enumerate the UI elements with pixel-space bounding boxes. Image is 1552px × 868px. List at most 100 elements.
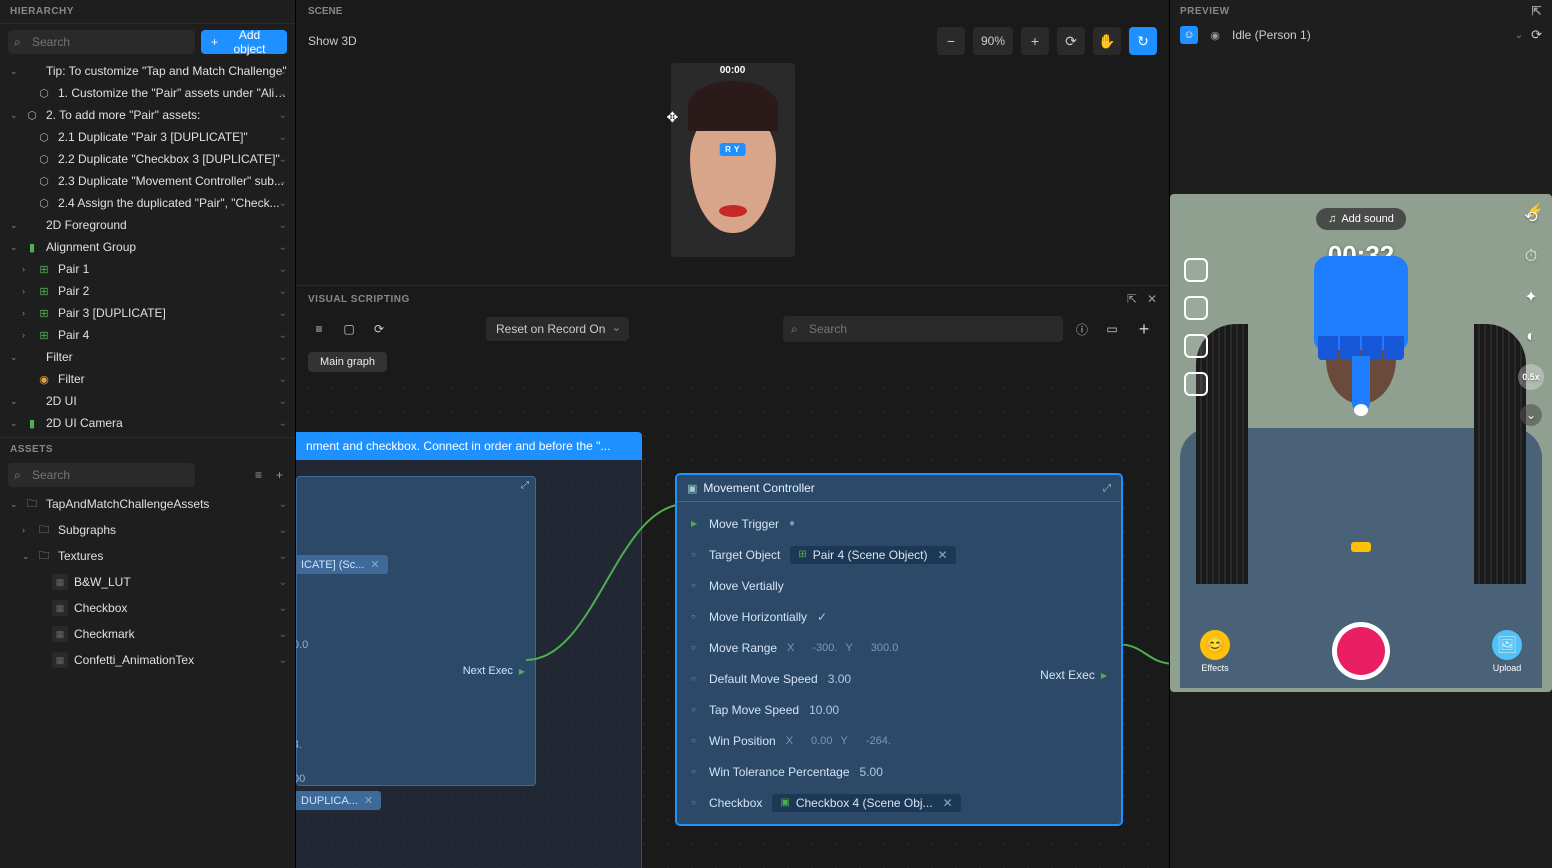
tree-item[interactable]: ›⊞Pair 1⌄ <box>0 258 295 280</box>
tree-item[interactable]: ⬡2.4 Assign the duplicated "Pair", "Chec… <box>0 192 295 214</box>
effects-button[interactable]: 😊 Effects <box>1200 630 1230 673</box>
chevron-icon[interactable]: › <box>22 286 34 296</box>
tree-item[interactable]: ›⊞Pair 2⌄ <box>0 280 295 302</box>
checkmark-icon[interactable]: ✓ <box>817 610 827 624</box>
chevron-icon[interactable]: › <box>22 330 34 340</box>
scene-viewport[interactable]: 00:00 ✥ R Y <box>296 61 1169 285</box>
node-graph-canvas[interactable]: nment and checkbox. Connect in order and… <box>296 376 1169 868</box>
next-exec-output[interactable]: Next Exec ▶ <box>463 665 525 677</box>
upload-button[interactable]: 🖼 Upload <box>1492 630 1522 673</box>
rotate-button[interactable]: ↻ <box>1129 27 1157 55</box>
data-port-icon[interactable]: ○ <box>691 612 701 621</box>
add-sound-button[interactable]: ♫ Add sound <box>1316 208 1406 230</box>
remove-icon[interactable]: ✕ <box>943 796 953 810</box>
chevron-down-icon[interactable]: ⌄ <box>1515 30 1523 41</box>
add-node-button[interactable]: + <box>1131 316 1157 342</box>
visibility-icon[interactable]: ⌄ <box>279 499 287 510</box>
node-chip[interactable]: ICATE] (Sc... ✕ <box>296 555 388 574</box>
menu-icon[interactable]: ≡ <box>308 322 330 336</box>
tree-item[interactable]: ▦Checkbox⌄ <box>0 595 295 621</box>
data-port-icon[interactable]: ○ <box>691 581 701 590</box>
more-icon[interactable]: ⌄ <box>1520 404 1542 426</box>
popout-icon[interactable]: ⇱ <box>1127 292 1137 306</box>
chevron-icon[interactable]: ⌄ <box>10 418 22 429</box>
chevron-icon[interactable]: › <box>22 308 34 318</box>
timer-icon[interactable]: ⏱ <box>1518 244 1544 270</box>
hierarchy-search-input[interactable] <box>8 30 195 54</box>
chevron-icon[interactable]: ⌄ <box>10 242 22 253</box>
chevron-icon[interactable]: ⌄ <box>10 66 22 77</box>
tree-item[interactable]: ›🗀Subgraphs⌄ <box>0 517 295 543</box>
expand-icon[interactable]: ⤢ <box>521 480 529 492</box>
chevron-icon[interactable]: ⌄ <box>22 551 34 562</box>
tree-item[interactable]: ▦Confetti_AnimationTex⌄ <box>0 647 295 673</box>
refresh-icon[interactable]: ⟳ <box>1531 27 1542 43</box>
exec-port-icon[interactable]: ▶ <box>691 519 701 528</box>
reset-mode-dropdown[interactable]: Reset on Record On <box>486 317 629 341</box>
visibility-icon[interactable]: ⌄ <box>279 308 287 319</box>
tree-item[interactable]: ⬡1. Customize the "Pair" assets under "A… <box>0 82 295 104</box>
next-exec-output[interactable]: Next Exec▶ <box>1040 668 1107 682</box>
flip-icon[interactable]: ⟲ <box>1518 204 1544 230</box>
refresh-button[interactable]: ⟳ <box>1057 27 1085 55</box>
visibility-icon[interactable]: ⌄ <box>279 132 287 143</box>
data-port-icon[interactable]: ○ <box>691 798 701 807</box>
chevron-icon[interactable]: ⌄ <box>10 499 22 510</box>
data-port-icon[interactable]: ○ <box>691 643 701 652</box>
tree-item[interactable]: ⌄Tip: To customize "Tap and Match Challe… <box>0 60 295 82</box>
chevron-icon[interactable]: › <box>22 525 34 535</box>
checkbox-slot[interactable] <box>1184 334 1208 358</box>
chevron-icon[interactable]: ⌄ <box>10 220 22 231</box>
zoom-out-button[interactable]: − <box>937 27 965 55</box>
assets-filter-button[interactable]: ≡ <box>251 466 266 484</box>
tree-item[interactable]: ⌄⬡2. To add more "Pair" assets:⌄ <box>0 104 295 126</box>
checkbox-slot[interactable] <box>1184 372 1208 396</box>
visibility-icon[interactable]: ⌄ <box>279 110 287 121</box>
checkbox-slot[interactable] <box>1184 296 1208 320</box>
tree-item[interactable]: ›⊞Pair 4⌄ <box>0 324 295 346</box>
visibility-icon[interactable]: ⌄ <box>279 396 287 407</box>
movement-controller-node[interactable]: ▣ Movement Controller ⤢ ▶Move Trigger● ○… <box>676 474 1122 825</box>
chevron-icon[interactable]: ⌄ <box>10 352 22 363</box>
visibility-icon[interactable]: ⌄ <box>279 352 287 363</box>
tree-item[interactable]: ⌄▮Alignment Group⌄ <box>0 236 295 258</box>
assets-add-button[interactable]: + <box>272 466 287 484</box>
data-port-icon[interactable]: ○ <box>691 767 701 776</box>
visibility-icon[interactable]: ⌄ <box>279 88 287 99</box>
move-gizmo-icon[interactable]: ✥ <box>667 109 683 125</box>
chevron-icon[interactable]: ⌄ <box>10 396 22 407</box>
tree-item[interactable]: ›⊞Pair 3 [DUPLICATE]⌄ <box>0 302 295 324</box>
refresh-icon[interactable]: ⟳ <box>368 322 390 336</box>
visibility-icon[interactable]: ⌄ <box>279 66 287 77</box>
checkbox-slot[interactable] <box>1184 258 1208 282</box>
tree-item[interactable]: ⌄2D UI⌄ <box>0 390 295 412</box>
data-port-icon[interactable]: ○ <box>691 705 701 714</box>
remove-icon[interactable]: ✕ <box>364 794 373 807</box>
visibility-icon[interactable]: ⌄ <box>279 264 287 275</box>
pan-button[interactable]: ✋ <box>1093 27 1121 55</box>
visibility-icon[interactable]: ⌄ <box>279 242 287 253</box>
chevron-icon[interactable]: › <box>22 264 34 274</box>
close-icon[interactable]: ✕ <box>1147 292 1157 306</box>
tree-item[interactable]: ⌄🗀Textures⌄ <box>0 543 295 569</box>
visibility-icon[interactable]: ⌄ <box>279 629 287 640</box>
chevron-icon[interactable]: ⌄ <box>10 110 22 121</box>
visibility-icon[interactable]: ⌄ <box>279 286 287 297</box>
object-chip[interactable]: ⊞Pair 4 (Scene Object)✕ <box>790 546 955 564</box>
zoom-level[interactable]: 90% <box>973 27 1013 55</box>
assets-search-input[interactable] <box>8 463 195 487</box>
visibility-icon[interactable]: ⌄ <box>279 655 287 666</box>
face-mode-icon[interactable]: ☺ <box>1180 26 1198 44</box>
visibility-icon[interactable]: ⌄ <box>279 418 287 429</box>
visibility-icon[interactable]: ⌄ <box>279 330 287 341</box>
comment-header[interactable]: nment and checkbox. Connect in order and… <box>296 432 642 460</box>
tree-item[interactable]: ⬡2.1 Duplicate "Pair 3 [DUPLICATE]"⌄ <box>0 126 295 148</box>
tree-item[interactable]: ⌄▮2D UI Camera⌄ <box>0 412 295 434</box>
data-port-icon[interactable]: ○ <box>691 674 701 683</box>
object-chip[interactable]: ▣Checkbox 4 (Scene Obj...✕ <box>772 794 960 812</box>
filters-icon[interactable]: ◐ <box>1518 324 1544 350</box>
remove-icon[interactable]: ✕ <box>370 558 379 571</box>
visibility-icon[interactable]: ⌄ <box>279 577 287 588</box>
vs-search-input[interactable] <box>783 316 1063 342</box>
expand-icon[interactable]: ⤢ <box>1103 483 1111 494</box>
